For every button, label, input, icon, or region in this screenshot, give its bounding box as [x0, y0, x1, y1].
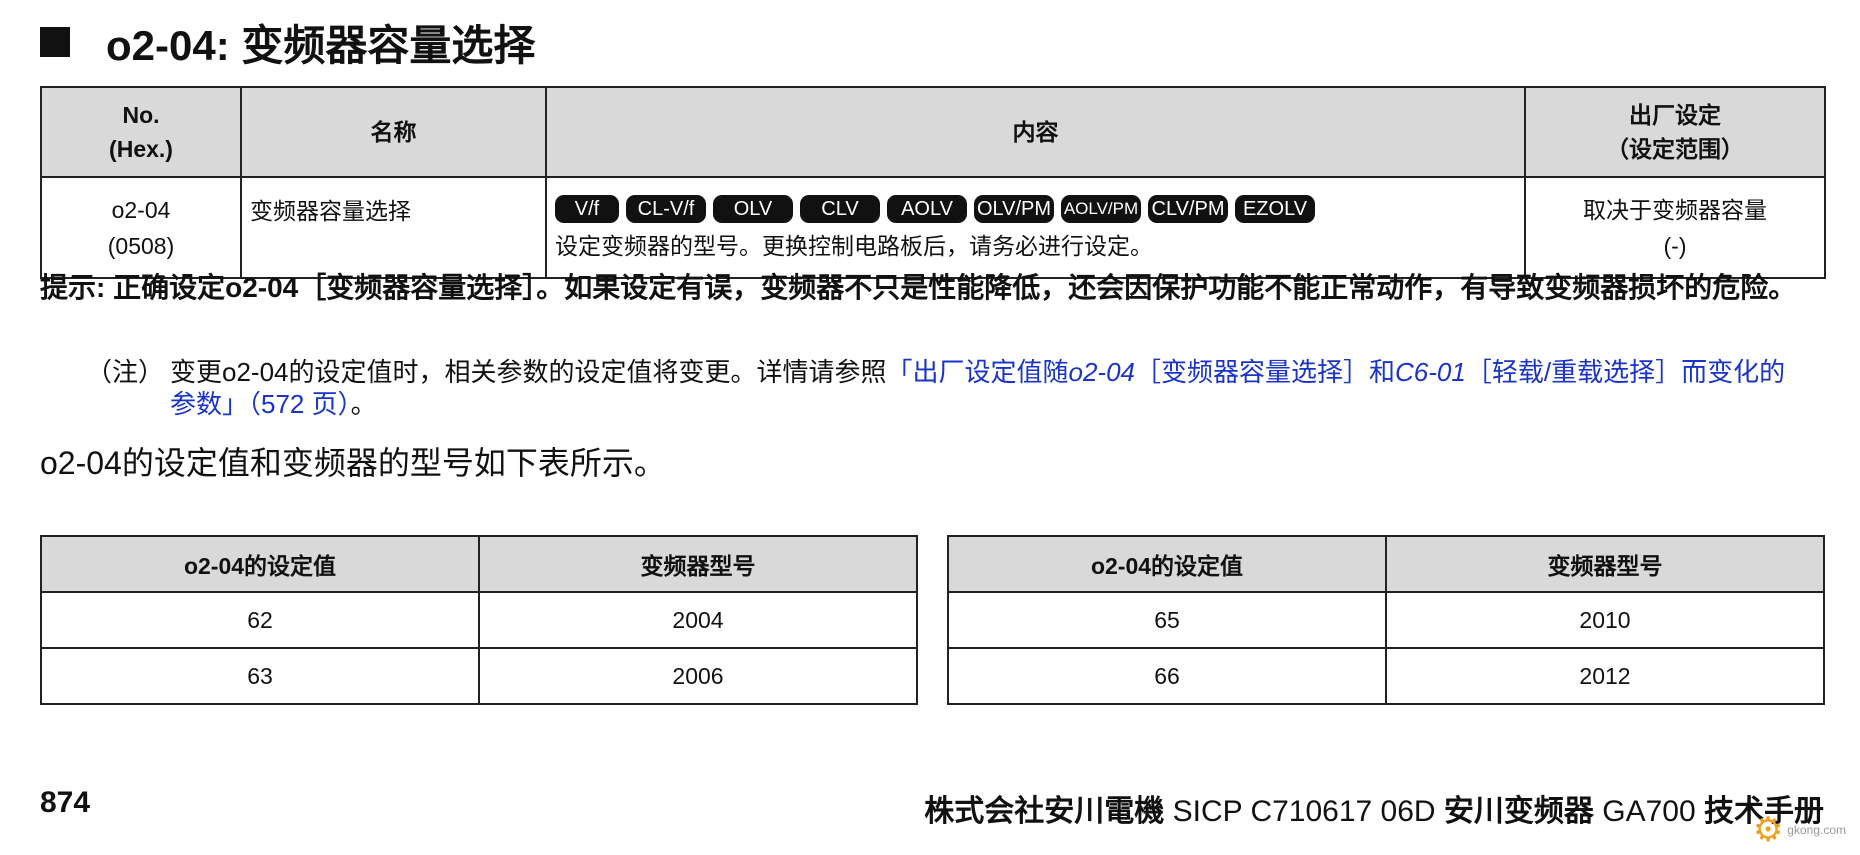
model-value: 2010: [1385, 591, 1825, 649]
param-range: (-): [1663, 232, 1687, 259]
param-default-cell: 取决于变频器容量 (-): [1524, 176, 1826, 279]
header-no: No. (Hex.): [40, 86, 242, 178]
section-title: o2-04: 变频器容量选择: [40, 14, 535, 70]
param-hex: (0508): [107, 232, 175, 259]
badge-vf: V/f: [555, 194, 619, 223]
table-row: 66 2012: [947, 647, 1825, 705]
footer-text: 株式会社安川電機 SICP C710617 06D 安川变频器 GA700 技术…: [924, 795, 1824, 828]
watermark-text: gkong.com: [1787, 823, 1846, 837]
param-default: 取决于变频器容量: [1583, 196, 1767, 223]
parameter-row: o2-04 (0508) 变频器容量选择 V/f CL-V/f OLV CLV …: [40, 176, 1826, 279]
setting-value: 63: [40, 647, 480, 705]
hint-text: 提示: 正确设定o2-04［变频器容量选择］。如果设定有误，变频器不只是性能降低…: [40, 272, 1797, 303]
param-name: 变频器容量选择: [240, 176, 547, 279]
lead-text: o2-04的设定值和变频器的型号如下表所示。: [40, 445, 666, 481]
param-no-cell: o2-04 (0508): [40, 176, 242, 279]
setting-value: 62: [40, 591, 480, 649]
param-content: V/f CL-V/f OLV CLV AOLV OLV/PM AOLV/PM C…: [545, 176, 1526, 279]
header-setting-value: o2-04的设定值: [40, 535, 480, 593]
header-content: 内容: [545, 86, 1526, 178]
model-value: 2004: [478, 591, 918, 649]
badge-aolvpm: AOLV/PM: [1061, 194, 1141, 223]
model-table-right: o2-04的设定值 变频器型号 65 2010 66 2012: [947, 535, 1825, 705]
setting-value: 65: [947, 591, 1387, 649]
badge-olvpm: OLV/PM: [974, 194, 1054, 223]
table-row: 65 2010: [947, 591, 1825, 649]
header-setting-value: o2-04的设定值: [947, 535, 1387, 593]
page-number: 874: [40, 786, 91, 819]
note-body: 变更o2-04的设定值时，相关参数的设定值将变更。详情请参照「出厂设定值随o2-…: [170, 357, 1786, 419]
badge-ezolv: EZOLV: [1235, 194, 1315, 223]
model-table-left: o2-04的设定值 变频器型号 62 2004 63 2006: [40, 535, 918, 705]
badge-aolv: AOLV: [887, 194, 967, 223]
header-default: 出厂设定 （设定范围）: [1524, 86, 1826, 178]
square-bullet-icon: [40, 27, 70, 57]
badge-clvf: CL-V/f: [626, 194, 706, 223]
model-value: 2012: [1385, 647, 1825, 705]
table-row: 62 2004: [40, 591, 918, 649]
note: （注） 变更o2-04的设定值时，相关参数的设定值将变更。详情请参照「出厂设定值…: [86, 356, 1806, 420]
table-header-row: o2-04的设定值 变频器型号: [947, 535, 1825, 593]
table-header-row: o2-04的设定值 变频器型号: [40, 535, 918, 593]
parameter-table: No. (Hex.) 名称 内容 出厂设定 （设定范围） o2-04 (0508…: [40, 86, 1826, 279]
param-description: 设定变频器的型号。更换控制电路板后，请务必进行设定。: [555, 232, 1153, 259]
note-label: （注）: [86, 357, 165, 387]
badge-clvpm: CLV/PM: [1148, 194, 1228, 223]
control-mode-badges: V/f CL-V/f OLV CLV AOLV OLV/PM AOLV/PM C…: [555, 194, 1523, 223]
watermark: ⚙ gkong.com: [1753, 813, 1846, 847]
header-name: 名称: [240, 86, 547, 178]
header-model: 变频器型号: [1385, 535, 1825, 593]
header-model: 变频器型号: [478, 535, 918, 593]
setting-value: 66: [947, 647, 1387, 705]
table-row: 63 2006: [40, 647, 918, 705]
parameter-table-header: No. (Hex.) 名称 内容 出厂设定 （设定范围）: [40, 86, 1826, 178]
gear-icon: ⚙: [1752, 811, 1784, 849]
section-title-text: o2-04: 变频器容量选择: [106, 21, 536, 69]
note-text: 变更o2-04的设定值时，相关参数的设定值将变更。详情请参照: [170, 357, 887, 387]
badge-clv: CLV: [800, 194, 880, 223]
badge-olv: OLV: [713, 194, 793, 223]
model-value: 2006: [478, 647, 918, 705]
param-no: o2-04: [111, 196, 171, 223]
